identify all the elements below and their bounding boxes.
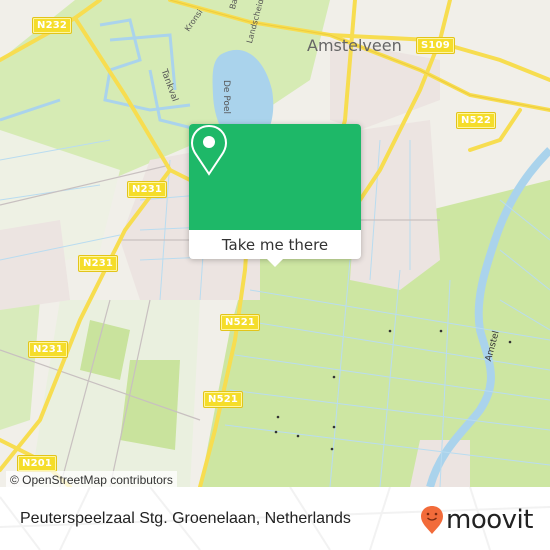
road-shield: N231	[29, 342, 68, 357]
road-shield: N231	[79, 256, 118, 271]
road-shield: N521	[204, 392, 243, 407]
road-shield: N201	[18, 456, 57, 471]
road-shield: N232	[33, 18, 72, 33]
moovit-pin-icon	[421, 506, 443, 534]
road-shield: S109	[417, 38, 454, 53]
take-me-there-button[interactable]: Take me there	[189, 230, 361, 259]
lake-label: De Poel	[221, 80, 231, 114]
popup-pointer	[266, 258, 284, 267]
city-label: Amstelveen	[307, 36, 402, 55]
place-name: Peuterspeelzaal Stg. Groenelaan, Netherl…	[20, 510, 351, 527]
road-shield: N231	[128, 182, 167, 197]
map-pin-icon	[190, 124, 228, 176]
brand-name: moovit	[446, 505, 533, 535]
map-attribution[interactable]: © OpenStreetMap contributors	[6, 471, 177, 487]
road-shield: N521	[221, 315, 260, 330]
moovit-logo[interactable]: moovit	[420, 505, 533, 535]
popup-header	[189, 124, 361, 230]
footer: Peuterspeelzaal Stg. Groenelaan, Netherl…	[0, 487, 550, 550]
road-shield: N522	[457, 113, 496, 128]
map[interactable]: Amstelveen De Poel Tankval Amstel Kronsi…	[0, 0, 550, 487]
location-popup: Take me there	[189, 124, 361, 267]
